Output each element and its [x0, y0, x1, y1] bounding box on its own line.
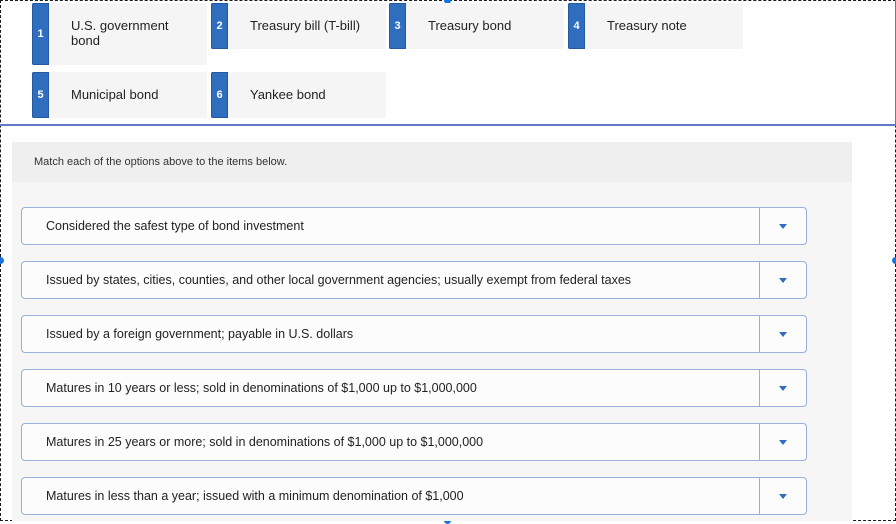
match-item-text: Matures in 10 years or less; sold in den…: [46, 381, 477, 395]
match-item-text: Issued by a foreign government; payable …: [46, 327, 354, 341]
option-chip-1[interactable]: 1 U.S. government bond: [32, 3, 207, 65]
chevron-down-icon: [779, 493, 787, 499]
option-number-badge: 6: [211, 72, 228, 118]
option-number-badge: 5: [32, 72, 49, 118]
option-label: Treasury note: [607, 18, 687, 33]
option-chip-3[interactable]: 3 Treasury bond: [389, 3, 564, 49]
options-bank: 1 U.S. government bond 2 Treasury bill (…: [0, 0, 896, 126]
match-item-text: Matures in less than a year; issued with…: [46, 489, 464, 503]
option-number-badge: 1: [32, 3, 49, 65]
match-item-6[interactable]: Matures in less than a year; issued with…: [21, 477, 807, 515]
option-label: U.S. government bond: [71, 18, 169, 48]
chevron-down-icon: [779, 223, 787, 229]
chevron-down-icon: [779, 439, 787, 445]
option-number-badge: 4: [568, 3, 585, 49]
dropdown-button[interactable]: [759, 424, 806, 460]
option-chip-6[interactable]: 6 Yankee bond: [211, 72, 386, 118]
option-label: Treasury bond: [428, 18, 512, 33]
option-chip-4[interactable]: 4 Treasury note: [568, 3, 743, 49]
dropdown-button[interactable]: [759, 478, 806, 514]
match-item-2[interactable]: Issued by states, cities, counties, and …: [21, 261, 807, 299]
option-number-badge: 3: [389, 3, 406, 49]
match-item-text: Considered the safest type of bond inves…: [46, 219, 304, 233]
option-label: Municipal bond: [71, 87, 159, 102]
dropdown-button[interactable]: [759, 208, 806, 244]
option-chip-5[interactable]: 5 Municipal bond: [32, 72, 207, 118]
option-label: Yankee bond: [250, 87, 326, 102]
chevron-down-icon: [779, 331, 787, 337]
chevron-down-icon: [779, 385, 787, 391]
chevron-down-icon: [779, 277, 787, 283]
option-chip-2[interactable]: 2 Treasury bill (T-bill): [211, 3, 386, 49]
instructions: Match each of the options above to the i…: [12, 142, 852, 182]
match-item-text: Matures in 25 years or more; sold in den…: [46, 435, 484, 449]
dropdown-button[interactable]: [759, 262, 806, 298]
option-label: Treasury bill (T-bill): [250, 18, 361, 33]
dropdown-button[interactable]: [759, 370, 806, 406]
matching-panel: Match each of the options above to the i…: [12, 142, 852, 521]
match-item-4[interactable]: Matures in 10 years or less; sold in den…: [21, 369, 807, 407]
dropdown-button[interactable]: [759, 316, 806, 352]
match-item-1[interactable]: Considered the safest type of bond inves…: [21, 207, 807, 245]
option-number-badge: 2: [211, 3, 228, 49]
resize-handle-right[interactable]: [892, 257, 896, 264]
match-item-5[interactable]: Matures in 25 years or more; sold in den…: [21, 423, 807, 461]
match-item-text: Issued by states, cities, counties, and …: [46, 273, 632, 287]
match-item-3[interactable]: Issued by a foreign government; payable …: [21, 315, 807, 353]
